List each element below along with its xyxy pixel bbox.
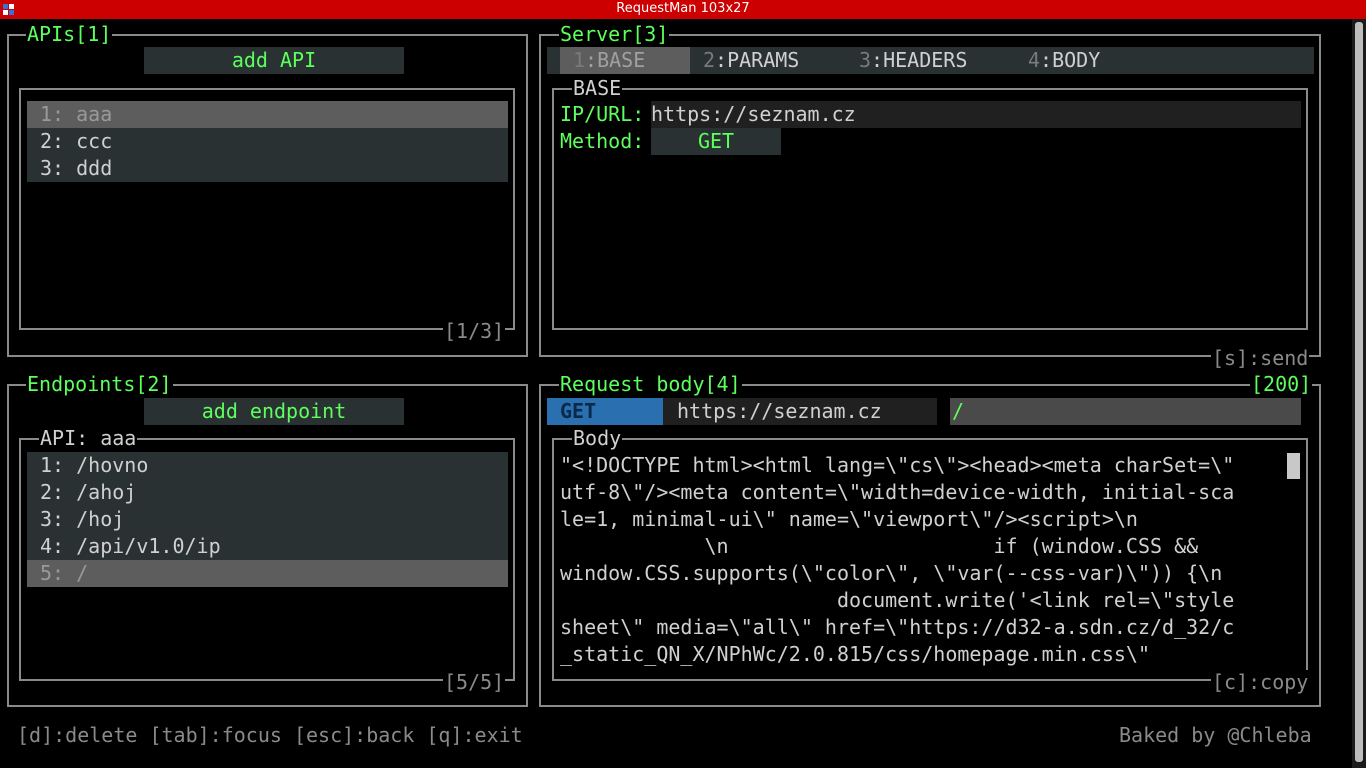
tab-headers[interactable]: 3:HEADERS	[859, 47, 967, 74]
url-input[interactable]: https://seznam.cz	[651, 101, 1301, 128]
tab-body[interactable]: 4:BODY	[1028, 47, 1100, 74]
endpoint-list-item[interactable]: 2: /ahoj	[27, 479, 508, 506]
method-select[interactable]: GET	[651, 128, 781, 155]
method-label: Method:	[560, 129, 645, 153]
tab-params-label: :PARAMS	[715, 48, 800, 72]
api-list-item[interactable]: 3: ddd	[27, 155, 508, 182]
apis-counter: [1/3]	[443, 319, 506, 343]
tab-params-number: 2	[703, 48, 716, 72]
window-scrollbar[interactable]	[1352, 19, 1366, 768]
add-api-button[interactable]: add API	[144, 47, 404, 74]
apis-panel-title: APIs[1]	[26, 22, 113, 46]
response-body-line: utf-8\"/><meta content=\"width=device-wi…	[560, 480, 1235, 504]
endpoints-section-title: API: aaa	[39, 426, 138, 450]
scrollbar-thumb[interactable]	[1355, 22, 1363, 762]
response-body-line: \n if (window.CSS &&	[560, 534, 1199, 558]
credit-text: Baked by @Chleba	[1119, 723, 1312, 747]
endpoint-list-item[interactable]: 4: /api/v1.0/ip	[27, 533, 508, 560]
base-section-title: BASE	[572, 76, 623, 100]
window-titlebar: RequestMan 103x27	[0, 0, 1366, 19]
request-body-panel-title: Request body[4]	[559, 372, 742, 396]
tab-base[interactable]: 1:BASE	[560, 47, 690, 74]
tab-params[interactable]: 2:PARAMS	[703, 47, 799, 74]
endpoints-counter: [5/5]	[443, 670, 506, 694]
window-title: RequestMan 103x27	[616, 1, 750, 16]
response-body-line: _static_QN_X/NPhWc/2.0.815/css/homepage.…	[560, 642, 1151, 666]
response-body-line: document.write('<link rel=\"style	[560, 588, 1235, 612]
url-label: IP/URL:	[560, 102, 645, 126]
status-code-badge: [200]	[1250, 372, 1313, 396]
tab-body-label: :BODY	[1040, 48, 1101, 72]
response-body-line: "<!DOCTYPE html><html lang=\"cs\"><head>…	[560, 453, 1235, 477]
api-list-item[interactable]: 2: ccc	[27, 128, 508, 155]
send-hint: [s]:send	[1211, 346, 1310, 370]
request-method-badge: GET	[547, 398, 663, 425]
api-list-item[interactable]: 1: aaa	[27, 101, 508, 128]
add-endpoint-button[interactable]: add endpoint	[144, 398, 404, 425]
response-body-line: sheet\" media=\"all\" href=\"https://d32…	[560, 615, 1235, 639]
response-body-line: le=1, minimal-ui\" name=\"viewport\"/><s…	[560, 507, 1138, 531]
endpoint-list-item[interactable]: 5: /	[27, 560, 508, 587]
tab-headers-label: :HEADERS	[871, 48, 968, 72]
response-body-line: window.CSS.supports(\"color\", \"var(--c…	[560, 561, 1223, 585]
tab-headers-number: 3	[859, 48, 872, 72]
server-panel-title: Server[3]	[559, 22, 670, 46]
response-body-title: Body	[572, 426, 623, 450]
tab-base-number: 1	[573, 48, 586, 72]
copy-hint: [c]:copy	[1211, 670, 1310, 694]
endpoints-panel-title: Endpoints[2]	[26, 372, 173, 396]
endpoint-list-item[interactable]: 1: /hovno	[27, 452, 508, 479]
tab-base-label: :BASE	[585, 48, 646, 72]
request-url-field: https://seznam.cz	[663, 398, 937, 425]
keyboard-shortcuts: [d]:delete [tab]:focus [esc]:back [q]:ex…	[17, 723, 523, 747]
tab-body-number: 4	[1028, 48, 1041, 72]
text-cursor	[1287, 453, 1300, 479]
request-path-field: /	[950, 398, 1301, 425]
endpoint-list-item[interactable]: 3: /hoj	[27, 506, 508, 533]
